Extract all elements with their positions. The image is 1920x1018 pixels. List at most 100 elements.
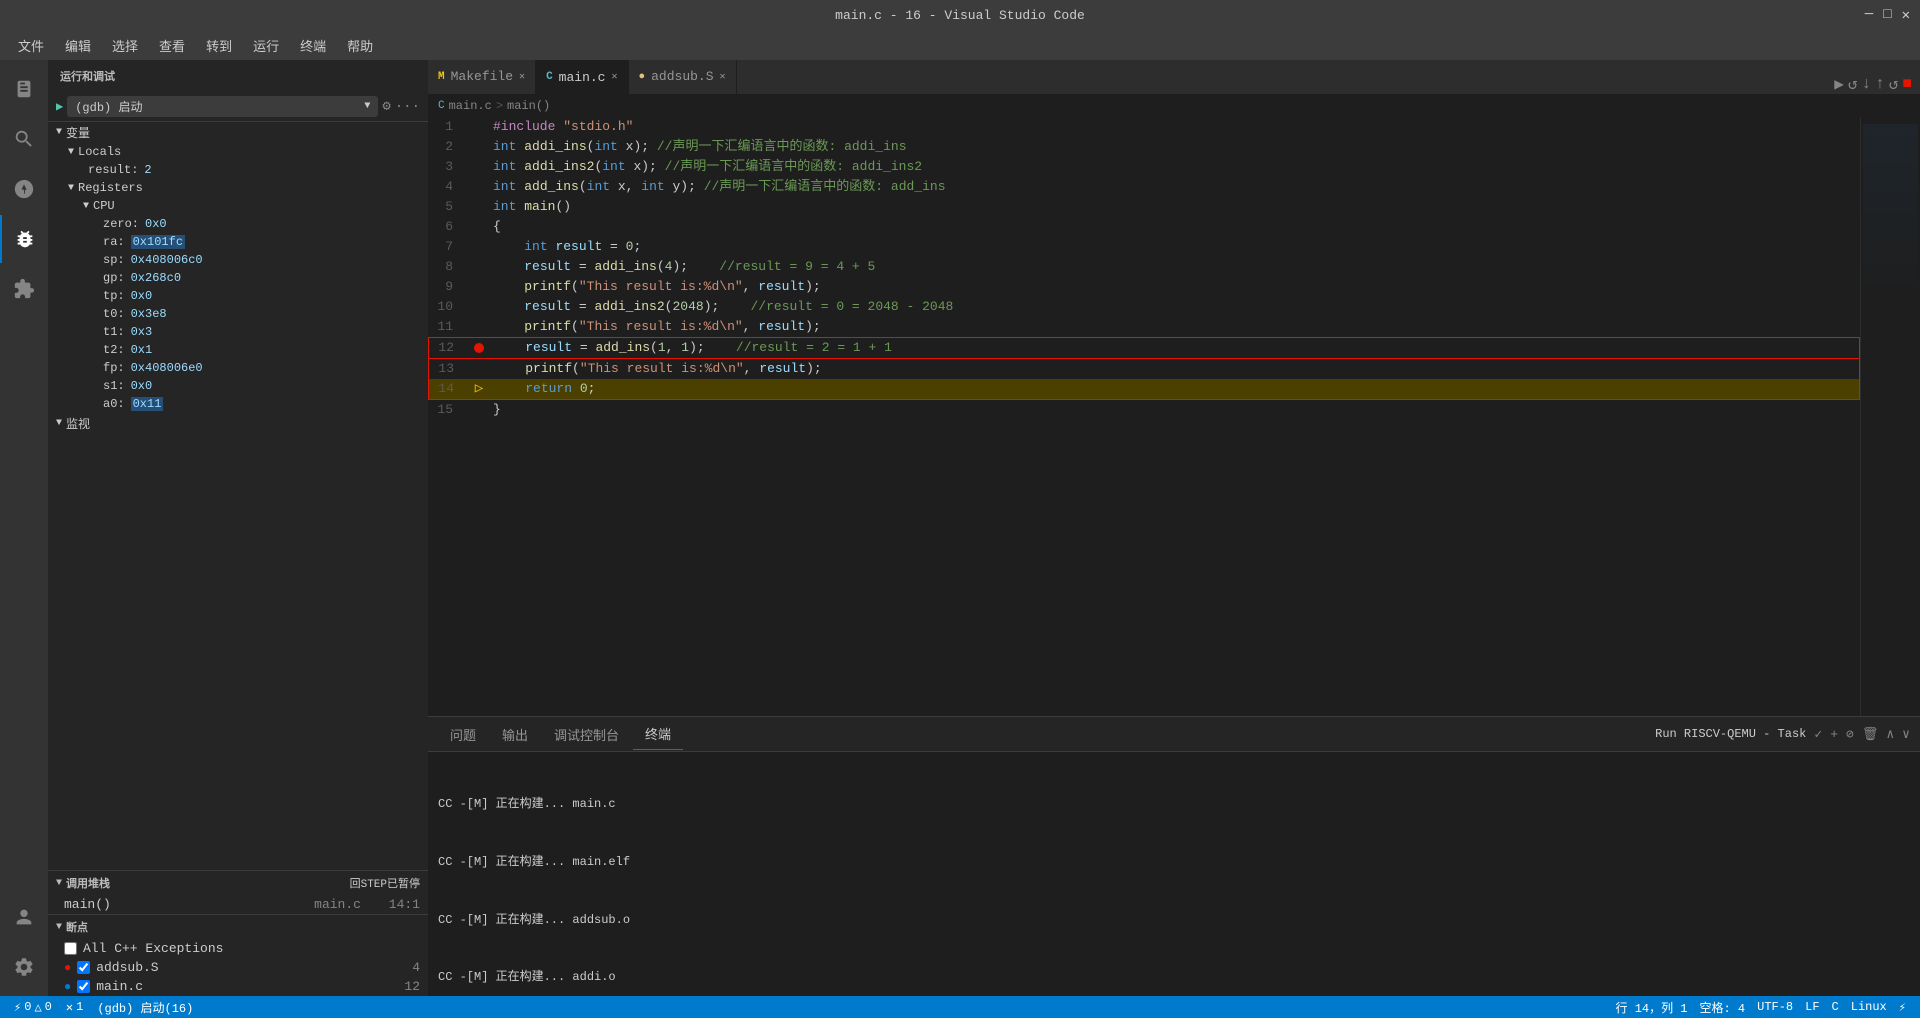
debug-settings-icon[interactable]: ⚙ (382, 98, 390, 115)
variables-header[interactable]: ▼ 变量 (48, 122, 428, 143)
panel-action-check[interactable]: ✓ (1814, 727, 1822, 742)
reg-tp[interactable]: tp: 0x0 (48, 287, 428, 305)
debug-icon-2[interactable]: ↺ (1848, 74, 1858, 94)
code-line-1[interactable]: 1 #include "stdio.h" (428, 117, 1860, 137)
code-line-3[interactable]: 3 int addi_ins2(int x); //声明一下汇编语言中的函数: … (428, 157, 1860, 177)
debug-play-icon[interactable]: ▶ (56, 99, 63, 114)
debug-config-selector[interactable]: (gdb) 启动 ▼ (67, 96, 378, 117)
tab-main-c-close[interactable]: ✕ (611, 71, 617, 83)
cpu-header[interactable]: ▼ CPU (48, 197, 428, 215)
menu-file[interactable]: 文件 (10, 33, 52, 58)
code-line-14[interactable]: 14 ▷ return 0; (428, 379, 1860, 400)
status-eol[interactable]: LF (1799, 1000, 1825, 1014)
reg-sp[interactable]: sp: 0x408006c0 (48, 251, 428, 269)
code-line-15[interactable]: 15 } (428, 400, 1860, 420)
debug-icon-6[interactable]: ■ (1902, 75, 1912, 93)
local-result[interactable]: result: 2 (48, 161, 428, 179)
status-branch[interactable]: ✕ 1 (60, 1000, 89, 1015)
debug-more-icon[interactable]: ··· (395, 99, 420, 115)
status-spaces[interactable]: 空格: 4 (1694, 999, 1752, 1016)
bp-all-cpp[interactable]: All C++ Exceptions (48, 939, 428, 958)
menu-help[interactable]: 帮助 (339, 33, 381, 58)
activity-search[interactable] (0, 115, 48, 163)
panel-tab-problems[interactable]: 问题 (438, 719, 488, 750)
callstack-header[interactable]: ▼ 调用堆栈 回STEP已暂停 (48, 871, 428, 895)
reg-fp[interactable]: fp: 0x408006e0 (48, 359, 428, 377)
registers-header[interactable]: ▼ Registers (48, 179, 428, 197)
menu-edit[interactable]: 编辑 (57, 33, 99, 58)
line-gutter-5 (468, 197, 488, 217)
status-remote[interactable]: ⚡ (1893, 1000, 1912, 1015)
activity-account[interactable] (0, 893, 48, 941)
tab-main-c[interactable]: C main.c ✕ (536, 60, 628, 94)
breadcrumb-func[interactable]: main() (507, 99, 550, 113)
reg-gp[interactable]: gp: 0x268c0 (48, 269, 428, 287)
callstack-main[interactable]: main() main.c 14:1 (48, 895, 428, 914)
status-language[interactable]: C (1826, 1000, 1845, 1014)
bp-all-cpp-checkbox[interactable] (64, 942, 77, 955)
code-line-10[interactable]: 10 result = addi_ins2(2048); //result = … (428, 297, 1860, 317)
tab-makefile-close[interactable]: ✕ (519, 71, 525, 83)
status-os[interactable]: Linux (1845, 1000, 1893, 1014)
panel-tab-debug-console[interactable]: 调试控制台 (542, 719, 631, 750)
debug-icon-1[interactable]: ▶ (1834, 74, 1844, 94)
breakpoints-header[interactable]: ▼ 断点 (48, 915, 428, 939)
activity-settings[interactable] (0, 943, 48, 991)
bp-main-checkbox[interactable] (77, 980, 90, 993)
panel-action-down[interactable]: ∨ (1902, 727, 1910, 742)
activity-extensions[interactable] (0, 265, 48, 313)
reg-t2[interactable]: t2: 0x1 (48, 341, 428, 359)
reg-ra[interactable]: ra: 0x101fc (48, 233, 428, 251)
panel-action-up[interactable]: ∧ (1886, 727, 1894, 742)
panel-tab-output[interactable]: 输出 (490, 719, 540, 750)
tab-makefile[interactable]: M Makefile ✕ (428, 60, 536, 94)
menu-run[interactable]: 运行 (245, 33, 287, 58)
activity-explorer[interactable] (0, 65, 48, 113)
menu-terminal[interactable]: 终端 (292, 33, 334, 58)
bp-main[interactable]: ● main.c 12 (48, 977, 428, 996)
minimize-button[interactable]: ─ (1865, 7, 1873, 24)
reg-t1[interactable]: t1: 0x3 (48, 323, 428, 341)
reg-t0[interactable]: t0: 0x3e8 (48, 305, 428, 323)
breadcrumb-file[interactable]: main.c (449, 99, 492, 113)
code-editor[interactable]: 1 #include "stdio.h" 2 int addi_ins(int … (428, 117, 1920, 716)
panel-tab-terminal[interactable]: 终端 (633, 718, 683, 750)
panel-action-slash[interactable]: ⊘ (1846, 727, 1854, 742)
code-line-11[interactable]: 11 printf("This result is:%d\n", result)… (428, 317, 1860, 337)
debug-icon-4[interactable]: ↑ (1875, 75, 1885, 93)
status-line[interactable]: 行 14，列 1 (1610, 999, 1694, 1016)
status-debug[interactable]: ⚡ 0 △ 0 (8, 1000, 58, 1015)
maximize-button[interactable]: □ (1883, 7, 1891, 24)
menu-view[interactable]: 查看 (151, 33, 193, 58)
close-button[interactable]: ✕ (1902, 7, 1910, 24)
reg-a0[interactable]: a0: 0x11 (48, 395, 428, 413)
code-line-5[interactable]: 5 int main() (428, 197, 1860, 217)
bp-addsub-checkbox[interactable] (77, 961, 90, 974)
reg-zero[interactable]: zero: 0x0 (48, 215, 428, 233)
activity-git[interactable] (0, 165, 48, 213)
breakpoint-dot-12[interactable] (474, 343, 484, 353)
bp-addsub[interactable]: ● addsub.S 4 (48, 958, 428, 977)
debug-icon-5[interactable]: ↺ (1889, 74, 1899, 94)
tab-addsub[interactable]: ● addsub.S ✕ (629, 60, 737, 94)
code-line-12[interactable]: 12 result = add_ins(1, 1); //result = 2 … (428, 337, 1860, 359)
code-line-4[interactable]: 4 int add_ins(int x, int y); //声明一下汇编语言中… (428, 177, 1860, 197)
panel-action-plus[interactable]: + (1830, 727, 1838, 742)
watch-header[interactable]: ▼ 监视 (48, 413, 428, 434)
debug-icon-3[interactable]: ↓ (1862, 75, 1872, 93)
panel-action-trash[interactable]: 🗑 (1862, 727, 1879, 742)
activity-debug[interactable] (0, 215, 48, 263)
code-line-9[interactable]: 9 printf("This result is:%d\n", result); (428, 277, 1860, 297)
code-line-7[interactable]: 7 int result = 0; (428, 237, 1860, 257)
tab-addsub-close[interactable]: ✕ (720, 71, 726, 83)
locals-header[interactable]: ▼ Locals (48, 143, 428, 161)
status-debug-label[interactable]: (gdb) 启动(16) (91, 999, 199, 1016)
menu-goto[interactable]: 转到 (198, 33, 240, 58)
status-encoding[interactable]: UTF-8 (1751, 1000, 1799, 1014)
code-line-2[interactable]: 2 int addi_ins(int x); //声明一下汇编语言中的函数: a… (428, 137, 1860, 157)
menu-select[interactable]: 选择 (104, 33, 146, 58)
reg-s1[interactable]: s1: 0x0 (48, 377, 428, 395)
code-line-6[interactable]: 6 { (428, 217, 1860, 237)
code-line-13[interactable]: 13 printf("This result is:%d\n", result)… (428, 359, 1860, 379)
code-line-8[interactable]: 8 result = addi_ins(4); //result = 9 = 4… (428, 257, 1860, 277)
